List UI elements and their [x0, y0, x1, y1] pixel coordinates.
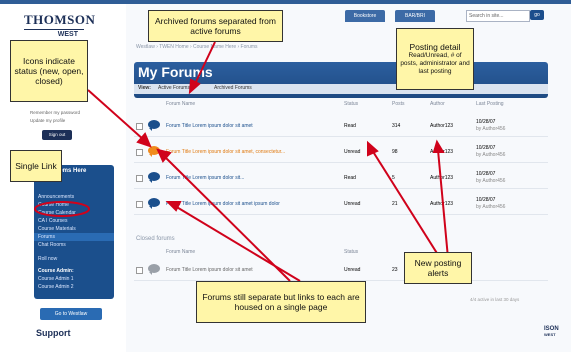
- admin-item-2[interactable]: Course Admin 2: [34, 283, 114, 291]
- forum-author[interactable]: Author123: [430, 175, 453, 181]
- go-button[interactable]: go: [530, 10, 544, 20]
- forum-posts: 5: [392, 175, 395, 181]
- course-admin-label: Course Admin:: [38, 268, 74, 274]
- go-to-westlaw-button[interactable]: Go to Westlaw: [40, 308, 102, 320]
- callout-single-link: Single Link: [10, 150, 62, 182]
- table-row[interactable]: Forum Title Lorem ipsum dolor sit amet U…: [134, 262, 548, 281]
- forum-author[interactable]: Author123: [430, 123, 453, 129]
- forum-author[interactable]: Author123: [430, 149, 453, 155]
- forum-posts: 314: [392, 123, 401, 129]
- forum-title-link[interactable]: Forum Title Lorem ipsum dolor sit amet: [166, 123, 253, 129]
- table-row[interactable]: Forum Title Lorem ipsum dolor sit... Rea…: [134, 170, 548, 189]
- callout-forum-links: Forums still separate but links to each …: [196, 281, 366, 323]
- open-forum-icon: [148, 198, 160, 209]
- closed-forum-icon: [148, 264, 160, 275]
- forum-last-by[interactable]: by Author456: [476, 152, 505, 158]
- table-row[interactable]: Forum Title Lorem ipsum dolor sit amet, …: [134, 144, 548, 163]
- row-checkbox[interactable]: [136, 175, 143, 182]
- forum-count-footer: 4/4 active in last 30 days: [470, 297, 520, 302]
- forum-last-by[interactable]: by Author456: [476, 126, 505, 132]
- callout-archived: Archived forums separated from active fo…: [148, 10, 283, 42]
- callout-new-alerts: New posting alerts: [404, 252, 472, 284]
- forum-status: Unread: [344, 149, 361, 155]
- sidebar-item-announcements[interactable]: Announcements: [34, 193, 114, 201]
- roll-link[interactable]: Roll now: [34, 255, 114, 263]
- callout-icons: Icons indicate status (new, open, closed…: [10, 40, 88, 102]
- forum-posts: 21: [392, 201, 398, 207]
- sign-out-button[interactable]: Sign out: [42, 130, 72, 140]
- forum-status: Unread: [344, 267, 361, 273]
- col-status[interactable]: Status: [344, 101, 358, 107]
- logo-rule: [24, 29, 84, 30]
- col-forum-name[interactable]: Forum Name: [166, 101, 195, 107]
- view-filter-bar: View: Active Forums Archived Forums: [134, 84, 548, 94]
- forum-posts: 98: [392, 149, 398, 155]
- support-heading: Support: [36, 328, 71, 338]
- active-forums-radio[interactable]: Active Forums: [158, 85, 190, 91]
- forum-title-link[interactable]: Forum Title Lorem ipsum dolor sit amet i…: [166, 201, 280, 207]
- sidebar-item-forums[interactable]: Forums: [34, 233, 114, 241]
- forum-last-by[interactable]: by Author456: [476, 204, 505, 210]
- page-title: My Forums: [138, 64, 213, 80]
- sidebar-item-chat[interactable]: Chat Rooms: [34, 241, 114, 249]
- col-author[interactable]: Author: [430, 101, 445, 107]
- forum-status: Read: [344, 175, 356, 181]
- sidebar-item-materials[interactable]: Course Materials: [34, 225, 114, 233]
- thomson-west-logo[interactable]: THOMSON WEST: [24, 12, 112, 42]
- closed-table-header: Forum Name Status: [134, 248, 548, 258]
- forum-last-date: 10/28/07: [476, 119, 496, 125]
- tab-barbri[interactable]: BAR/BRI: [395, 10, 435, 22]
- forum-title-link[interactable]: Forum Title Lorem ipsum dolor sit amet, …: [166, 149, 285, 155]
- forum-author[interactable]: Author123: [430, 201, 453, 207]
- forum-last-date: 10/28/07: [476, 145, 496, 151]
- posting-detail-title: Posting detail: [409, 42, 461, 52]
- update-profile-link[interactable]: Update my profile: [30, 118, 65, 123]
- sidebar-item-calendar[interactable]: Course Calendar: [34, 209, 114, 217]
- breadcrumb[interactable]: Westlaw › TWEN Home › Course Name Here ›…: [136, 44, 258, 50]
- forum-last-by[interactable]: by Author456: [476, 178, 505, 184]
- sidebar-panel: Class Items Here Announcements Course Ho…: [34, 165, 114, 299]
- forum-last-date: 10/28/07: [476, 197, 496, 203]
- remember-password-link[interactable]: Remember my password: [30, 110, 80, 115]
- logo-top: THOMSON: [24, 12, 96, 27]
- callout-posting-detail: Posting detail Read/Unread, # of posts, …: [396, 28, 474, 90]
- row-checkbox[interactable]: [136, 123, 143, 130]
- forum-title-link[interactable]: Forum Title Lorem ipsum dolor sit...: [166, 175, 244, 181]
- sidebar-item-cali[interactable]: CA I Courses: [34, 217, 114, 225]
- new-forum-icon: [148, 146, 160, 157]
- search-input[interactable]: Search in site...: [466, 10, 530, 22]
- forum-last-date: 10/28/07: [476, 171, 496, 177]
- archived-forums-radio[interactable]: Archived Forums: [214, 85, 252, 91]
- col-forum-name[interactable]: Forum Name: [166, 249, 195, 255]
- forum-status: Unread: [344, 201, 361, 207]
- col-last-posting[interactable]: Last Posting: [476, 101, 504, 107]
- row-checkbox[interactable]: [136, 149, 143, 156]
- open-forum-icon: [148, 172, 160, 183]
- closed-forums-label: Closed forums: [136, 236, 175, 242]
- forum-table-header: Forum Name Status Posts Author Last Post…: [134, 100, 548, 110]
- forum-status: Read: [344, 123, 356, 129]
- table-row[interactable]: Forum Title Lorem ipsum dolor sit amet i…: [134, 196, 548, 215]
- forum-title-link[interactable]: Forum Title Lorem ipsum dolor sit amet: [166, 267, 253, 273]
- posting-detail-body: Read/Unread, # of posts, administrator a…: [400, 52, 470, 75]
- tab-bookstore[interactable]: Bookstore: [345, 10, 385, 22]
- logo-bottom: WEST: [57, 31, 78, 38]
- sidebar-item-course-home[interactable]: Course Home: [34, 201, 114, 209]
- corner-logo-bottom: WEST: [544, 332, 556, 337]
- corner-logo: ISON WEST: [544, 326, 559, 337]
- table-row[interactable]: Forum Title Lorem ipsum dolor sit amet R…: [134, 118, 548, 137]
- open-forum-icon: [148, 120, 160, 131]
- view-label: View:: [138, 85, 151, 91]
- row-checkbox[interactable]: [136, 201, 143, 208]
- forum-posts: 23: [392, 267, 398, 273]
- row-checkbox[interactable]: [136, 267, 143, 274]
- col-posts[interactable]: Posts: [392, 101, 405, 107]
- col-status[interactable]: Status: [344, 249, 358, 255]
- admin-item-1[interactable]: Course Admin 1: [34, 275, 114, 283]
